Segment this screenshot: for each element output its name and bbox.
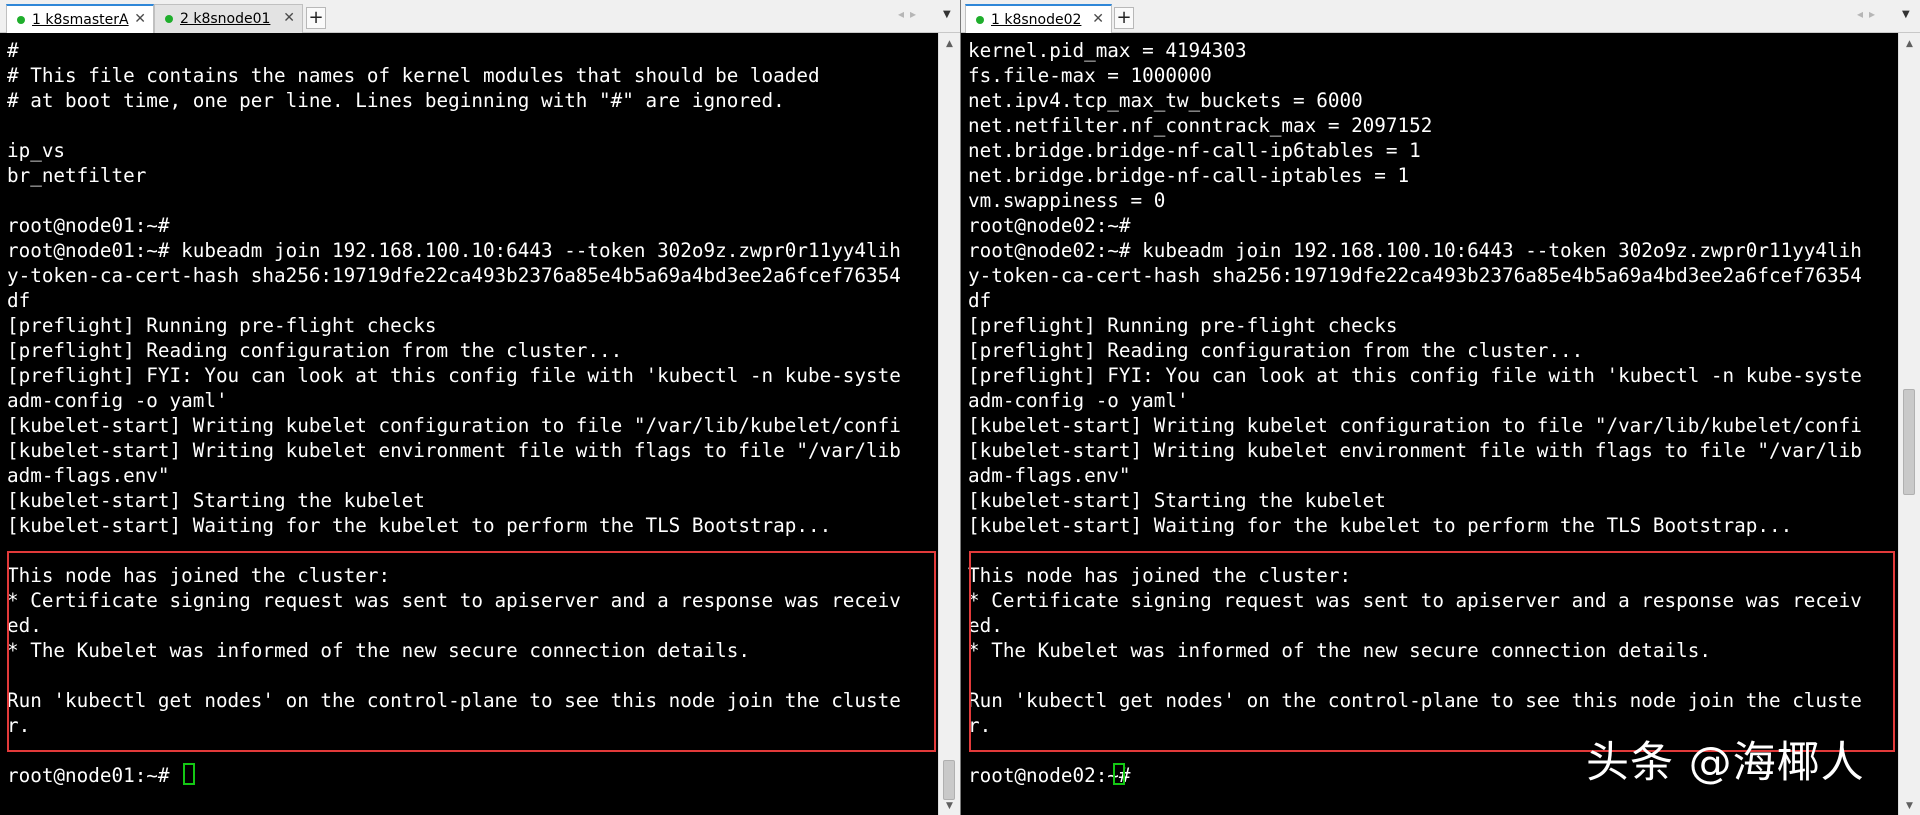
terminal-line: df [968, 289, 992, 312]
terminal-line: root@node02:~# kubeadm join 192.168.100.… [968, 239, 1862, 262]
scrollbar-thumb[interactable] [943, 760, 955, 800]
terminal-line: [preflight] Reading configuration from t… [968, 339, 1584, 362]
terminal-line: net.bridge.bridge-nf-call-iptables = 1 [968, 164, 1410, 187]
close-tab-icon[interactable]: ✕ [283, 10, 295, 26]
terminal-line: ip_vs [7, 139, 66, 162]
tab-list-dropdown-icon[interactable]: ▼ [943, 9, 951, 20]
tab-k8smastera[interactable]: 1 k8smasterA ✕ [6, 4, 154, 33]
tab-label: 2 k8snode01 [180, 11, 271, 27]
scroll-up-icon[interactable]: ▲ [1899, 39, 1920, 49]
terminal-line: adm-config -o yaml' [968, 389, 1189, 412]
add-tab-button[interactable]: + [306, 7, 326, 29]
close-tab-icon[interactable]: ✕ [134, 11, 146, 27]
close-tab-icon[interactable]: ✕ [1092, 11, 1104, 27]
connection-status-icon [976, 15, 984, 24]
terminal-line: [kubelet-start] Writing kubelet environm… [968, 439, 1862, 462]
terminal-line: # [7, 39, 19, 62]
tab-scroll-arrows-icon[interactable]: ◂▸ [898, 7, 922, 21]
scroll-down-icon[interactable]: ▼ [939, 801, 960, 811]
terminal-cursor [1113, 763, 1125, 785]
terminal-line: net.netfilter.nf_conntrack_max = 2097152 [968, 114, 1433, 137]
terminal-line: # at boot time, one per line. Lines begi… [7, 89, 785, 112]
terminal-cursor [183, 763, 195, 785]
scroll-up-icon[interactable]: ▲ [939, 39, 960, 49]
tab-k8snode01[interactable]: 2 k8snode01 ✕ [154, 4, 303, 33]
tab-list-dropdown-icon[interactable]: ▼ [1902, 9, 1910, 20]
terminal-line: net.ipv4.tcp_max_tw_buckets = 6000 [968, 89, 1363, 112]
watermark-text: 头条 @海椰人 [1586, 738, 1865, 788]
terminal-line: [kubelet-start] Waiting for the kubelet … [968, 514, 1793, 537]
scroll-down-icon[interactable]: ▼ [1899, 801, 1920, 811]
terminal-line: net.bridge.bridge-nf-call-ip6tables = 1 [968, 139, 1421, 162]
terminal-line: [kubelet-start] Writing kubelet configur… [968, 414, 1862, 437]
terminal-line: [preflight] Running pre-flight checks [7, 314, 437, 337]
terminal-line: # This file contains the names of kernel… [7, 64, 820, 87]
terminal-line: root@node01:~# [7, 214, 170, 237]
terminal-line: vm.swappiness = 0 [968, 189, 1166, 212]
terminal-line: [kubelet-start] Writing kubelet configur… [7, 414, 901, 437]
tab-bar: 1 k8smasterA ✕ 2 k8snode01 ✕ + ◂▸ ▼ [0, 0, 960, 33]
terminal-line: adm-config -o yaml' [7, 389, 228, 412]
terminal-line: root@node01:~# [7, 764, 182, 787]
terminal-line: [preflight] FYI: You can look at this co… [968, 364, 1862, 387]
connection-status-icon [17, 15, 25, 24]
terminal-pane-right: 1 k8snode02 ✕ + ◂▸ ▼ kernel.pid_max = 41… [961, 0, 1920, 815]
terminal-line: adm-flags.env" [968, 464, 1131, 487]
terminal-line: [kubelet-start] Starting the kubelet [968, 489, 1386, 512]
terminal-line: root@node01:~# kubeadm join 192.168.100.… [7, 239, 901, 262]
vertical-scrollbar[interactable]: ▲ ▼ [938, 33, 960, 815]
join-result-highlight [969, 551, 1895, 752]
tab-bar: 1 k8snode02 ✕ + ◂▸ ▼ [961, 0, 1920, 33]
terminal-pane-left: 1 k8smasterA ✕ 2 k8snode01 ✕ + ◂▸ ▼ # # T… [0, 0, 960, 815]
terminal-line: [kubelet-start] Writing kubelet environm… [7, 439, 901, 462]
add-tab-button[interactable]: + [1114, 7, 1134, 29]
terminal-line: adm-flags.env" [7, 464, 170, 487]
tab-k8snode02[interactable]: 1 k8snode02 ✕ [965, 4, 1112, 33]
connection-status-icon [165, 15, 173, 23]
tab-label: 1 k8snode02 [991, 11, 1082, 28]
terminal-line: [kubelet-start] Waiting for the kubelet … [7, 514, 832, 537]
join-result-highlight [7, 551, 936, 752]
terminal-line: y-token-ca-cert-hash sha256:19719dfe22ca… [7, 264, 901, 287]
terminal-line: y-token-ca-cert-hash sha256:19719dfe22ca… [968, 264, 1862, 287]
scrollbar-thumb[interactable] [1903, 389, 1915, 495]
terminal-line: root@node02:~# [968, 214, 1131, 237]
terminal-line: df [7, 289, 31, 312]
tab-label: 1 k8smasterA [32, 11, 129, 28]
terminal-line: [preflight] Reading configuration from t… [7, 339, 623, 362]
terminal-line: [preflight] FYI: You can look at this co… [7, 364, 901, 387]
tab-scroll-arrows-icon[interactable]: ◂▸ [1857, 7, 1881, 21]
terminal-line: br_netfilter [7, 164, 147, 187]
terminal-line: [preflight] Running pre-flight checks [968, 314, 1398, 337]
terminal-line: kernel.pid_max = 4194303 [968, 39, 1247, 62]
terminal-line: fs.file-max = 1000000 [968, 64, 1212, 87]
terminal-line: [kubelet-start] Starting the kubelet [7, 489, 425, 512]
vertical-scrollbar[interactable]: ▲ ▼ [1898, 33, 1920, 815]
